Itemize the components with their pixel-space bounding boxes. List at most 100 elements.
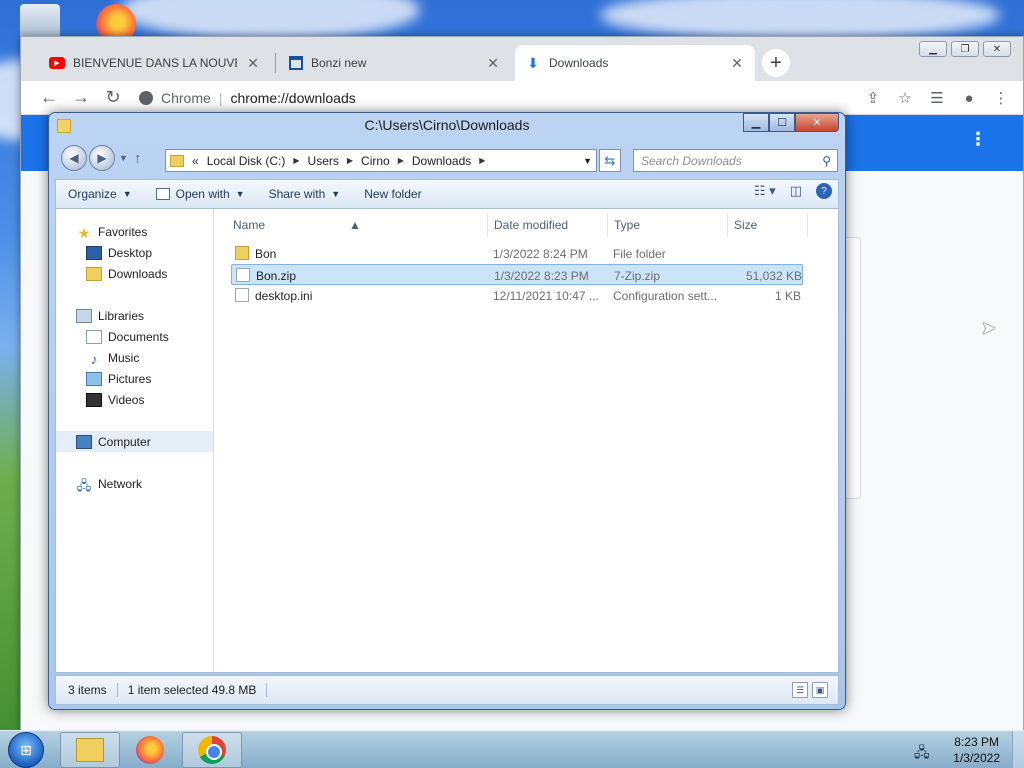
profile-avatar-icon[interactable]: ●	[957, 85, 981, 111]
search-input[interactable]: Search Downloads ⚲	[633, 149, 838, 172]
close-tab-icon[interactable]: ✕	[245, 55, 261, 72]
recent-pages-dropdown[interactable]: ▼	[119, 153, 128, 163]
bookmark-star-icon[interactable]: ☆	[893, 85, 917, 111]
nav-label: Downloads	[108, 266, 168, 281]
new-folder-button[interactable]: New folder	[352, 182, 433, 206]
window-title: C:\Users\Cirno\Downloads	[364, 117, 530, 133]
search-icon[interactable]: ⚲	[822, 154, 831, 168]
computer-icon	[76, 434, 92, 449]
forward-button[interactable]: →	[67, 84, 95, 112]
folder-icon	[235, 246, 249, 260]
system-clock[interactable]: 8:23 PM 1/3/2022	[953, 734, 1000, 766]
reading-list-icon[interactable]: ☰	[925, 85, 949, 111]
nav-music[interactable]: ♪ Music	[56, 347, 213, 368]
column-name[interactable]: Name	[233, 218, 265, 232]
minimize-button[interactable]: ▁	[919, 41, 947, 57]
breadcrumb-arrow-icon[interactable]: ▶	[398, 156, 404, 165]
star-icon: ★	[77, 224, 91, 241]
refresh-button[interactable]: ⇆	[599, 149, 621, 172]
nav-videos[interactable]: Videos	[56, 389, 213, 410]
organize-button[interactable]: Organize ▼	[56, 182, 144, 206]
minimize-button[interactable]: ▁	[743, 113, 769, 132]
network-tray-icon[interactable]: 🖧	[914, 742, 930, 766]
nav-label: Libraries	[98, 308, 145, 323]
file-row-bon-zip[interactable]: Bon.zip 1/3/2022 8:23 PM 7-Zip.zip 51,03…	[231, 264, 803, 285]
downloads-menu-icon[interactable]: ⋮	[969, 129, 987, 150]
back-button[interactable]: ◀	[61, 145, 87, 171]
show-desktop-button[interactable]	[1012, 731, 1024, 768]
reload-button[interactable]: ↻	[99, 84, 127, 112]
close-tab-icon[interactable]: ✕	[729, 55, 745, 72]
file-row-desktop-ini[interactable]: desktop.ini 12/11/2021 10:47 ... Configu…	[231, 285, 803, 306]
new-folder-label: New folder	[364, 187, 422, 201]
nav-computer[interactable]: Computer	[56, 431, 213, 452]
address-dropdown-icon[interactable]: ▼	[583, 156, 592, 166]
open-with-button[interactable]: Open with ▼	[144, 182, 257, 206]
large-icons-view-icon[interactable]: ▣	[812, 682, 828, 698]
music-icon: ♪	[90, 350, 98, 367]
nav-label: Music	[108, 350, 140, 365]
file-type: Configuration sett...	[613, 289, 718, 303]
maximize-button[interactable]: ☐	[769, 113, 795, 132]
start-button[interactable]: ⊞	[4, 731, 48, 768]
up-arrow-icon[interactable]: ↑	[134, 150, 142, 167]
omnibox-site-label: Chrome	[161, 90, 211, 106]
close-button[interactable]: ✕	[795, 113, 839, 132]
clock-time: 8:23 PM	[954, 735, 999, 749]
file-type: 7-Zip.zip	[614, 269, 661, 283]
tab-youtube[interactable]: ▶ BIENVENUE DANS LA NOUVELLE ✕	[39, 45, 271, 81]
column-date-modified[interactable]: Date modified	[494, 218, 568, 232]
share-icon[interactable]: ⇪	[861, 85, 885, 111]
tab-downloads[interactable]: ⬇ Downloads ✕	[515, 45, 755, 81]
omnibox[interactable]: Chrome | chrome://downloads	[139, 85, 959, 111]
close-button[interactable]: ✕	[983, 41, 1011, 57]
videos-icon	[86, 392, 102, 407]
breadcrumb-local-disk[interactable]: Local Disk (C:)	[207, 154, 286, 168]
nav-network[interactable]: 🖧 Network	[56, 473, 213, 494]
maximize-button[interactable]: ❐	[951, 41, 979, 57]
new-tab-button[interactable]: +	[762, 49, 790, 77]
breadcrumb-downloads[interactable]: Downloads	[412, 154, 471, 168]
taskbar-chrome[interactable]	[182, 732, 242, 768]
breadcrumb-overflow[interactable]: «	[192, 154, 199, 168]
forward-button[interactable]: ▶	[89, 145, 115, 171]
file-row-bon[interactable]: Bon 1/3/2022 8:24 PM File folder	[231, 243, 803, 264]
details-view-icon[interactable]: ☰	[792, 682, 808, 698]
breadcrumb-arrow-icon[interactable]: ▶	[347, 156, 353, 165]
status-view-buttons: ☰ ▣	[792, 682, 828, 698]
change-view-icon[interactable]: ☷ ▾	[754, 183, 776, 199]
share-with-button[interactable]: Share with ▼	[257, 182, 353, 206]
breadcrumb-users[interactable]: Users	[308, 154, 339, 168]
back-button[interactable]: ←	[35, 84, 63, 112]
help-icon[interactable]: ?	[816, 183, 832, 199]
chrome-window-controls: ▁ ❐ ✕	[919, 41, 1011, 57]
close-tab-icon[interactable]: ✕	[485, 55, 501, 72]
nav-pictures[interactable]: Pictures	[56, 368, 213, 389]
column-size[interactable]: Size	[734, 218, 757, 232]
tab-title: Bonzi new	[311, 56, 367, 70]
breadcrumb-arrow-icon[interactable]: ▶	[479, 156, 485, 165]
nav-downloads[interactable]: Downloads	[56, 263, 213, 284]
nav-libraries[interactable]: Libraries	[56, 305, 213, 326]
tab-bonzi[interactable]: Bonzi new ✕	[279, 45, 511, 81]
documents-icon	[86, 329, 102, 344]
column-type[interactable]: Type	[614, 218, 640, 232]
nav-documents[interactable]: Documents	[56, 326, 213, 347]
toolbar-actions: ⇪ ☆ ☰ ● ⋮	[861, 85, 1013, 111]
desktop-icon	[86, 245, 102, 260]
preview-pane-icon[interactable]: ◫	[790, 183, 802, 199]
downloads-folder-icon	[86, 266, 102, 281]
nav-desktop[interactable]: Desktop	[56, 242, 213, 263]
breadcrumb-arrow-icon[interactable]: ▶	[293, 156, 299, 165]
file-date: 1/3/2022 8:23 PM	[494, 269, 589, 283]
breadcrumb-cirno[interactable]: Cirno	[361, 154, 390, 168]
search-placeholder: Search Downloads	[641, 153, 742, 168]
windows-logo-icon: ⊞	[8, 732, 44, 768]
network-icon: 🖧	[76, 477, 92, 493]
download-icon: ⬇	[527, 54, 539, 71]
taskbar-firefox[interactable]	[120, 732, 180, 768]
address-bar[interactable]: « Local Disk (C:) ▶ Users ▶ Cirno ▶ Down…	[165, 149, 597, 172]
chrome-menu-icon[interactable]: ⋮	[989, 85, 1013, 111]
taskbar-explorer[interactable]	[60, 732, 120, 768]
nav-favorites[interactable]: ★ Favorites	[56, 221, 213, 242]
